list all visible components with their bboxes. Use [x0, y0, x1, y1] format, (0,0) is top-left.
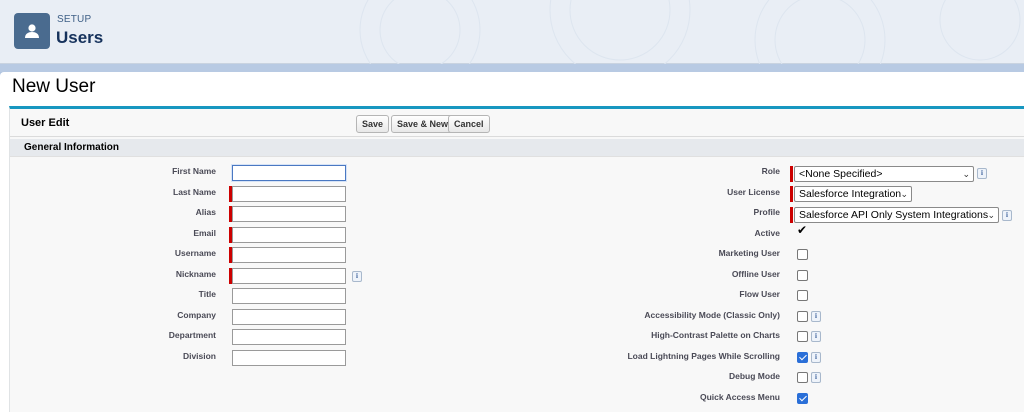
debug-mode-info-icon[interactable]: i [811, 372, 821, 383]
load-lightning-label: Load Lightning Pages While Scrolling [627, 351, 780, 361]
user-license-select-value: Salesforce Integration [799, 188, 902, 200]
header-background-pattern [359, 0, 1021, 64]
edit-header: User Edit Save Save & New Cancel [10, 109, 1024, 137]
setup-header: SETUP Users [0, 0, 1024, 64]
quick-access-checkbox[interactable] [797, 393, 808, 404]
offline-user-checkbox[interactable] [797, 270, 808, 281]
profile-label: Profile [753, 207, 780, 217]
profile-info-icon[interactable]: i [1002, 210, 1012, 221]
page-content: New User User Edit Save Save & New Cance… [0, 72, 1024, 412]
high-contrast-label: High-Contrast Palette on Charts [651, 330, 780, 340]
accessibility-mode-info-icon[interactable]: i [811, 311, 821, 322]
user-edit-block: User Edit Save Save & New Cancel General… [9, 106, 1024, 412]
marketing-user-checkbox[interactable] [797, 249, 808, 260]
high-contrast-checkbox[interactable] [797, 331, 808, 342]
role-label: Role [761, 166, 780, 176]
marketing-user-label: Marketing User [718, 248, 780, 258]
load-lightning-checkbox[interactable] [797, 352, 808, 363]
accessibility-mode-checkbox[interactable] [797, 311, 808, 322]
role-select[interactable]: <None Specified> ⌄ [794, 166, 974, 182]
user-icon [14, 13, 50, 49]
user-license-label: User License [727, 187, 780, 197]
active-label: Active [754, 228, 780, 238]
setup-title: Users [56, 28, 104, 47]
chevron-down-icon: ⌄ [900, 189, 908, 199]
role-info-icon[interactable]: i [977, 168, 987, 179]
setup-eyebrow: SETUP [57, 14, 92, 25]
save-button[interactable]: Save [356, 115, 390, 133]
flow-user-checkbox[interactable] [797, 290, 808, 301]
chevron-down-icon: ⌄ [987, 210, 995, 220]
page-title: New User [12, 76, 96, 97]
required-indicator [790, 186, 793, 202]
user-license-select[interactable]: Salesforce Integration ⌄ [794, 186, 912, 202]
role-select-value: <None Specified> [799, 168, 883, 180]
profile-select-value: Salesforce API Only System Integrations [799, 209, 989, 221]
debug-mode-checkbox[interactable] [797, 372, 808, 383]
profile-select[interactable]: Salesforce API Only System Integrations … [794, 207, 999, 223]
flow-user-label: Flow User [739, 289, 780, 299]
active-checkmark-icon: ✔ [797, 223, 808, 237]
high-contrast-info-icon[interactable]: i [811, 331, 821, 342]
section-title: General Information [24, 142, 120, 153]
required-indicator [790, 207, 793, 223]
header-divider [0, 64, 1024, 72]
quick-access-label: Quick Access Menu [700, 392, 780, 402]
required-indicator [790, 166, 793, 182]
chevron-down-icon: ⌄ [962, 169, 970, 179]
save-and-new-button[interactable]: Save & New [391, 115, 455, 133]
load-lightning-info-icon[interactable]: i [811, 352, 821, 363]
cancel-button[interactable]: Cancel [448, 115, 490, 133]
accessibility-mode-label: Accessibility Mode (Classic Only) [644, 310, 780, 320]
section-header: General Information [10, 139, 1024, 157]
debug-mode-label: Debug Mode [729, 371, 780, 381]
edit-title: User Edit [21, 117, 70, 129]
offline-user-label: Offline User [731, 269, 780, 279]
